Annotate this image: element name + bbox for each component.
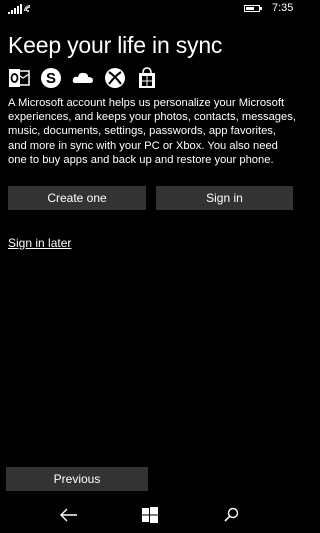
page-title: Keep your life in sync bbox=[8, 32, 223, 58]
store-icon bbox=[139, 67, 155, 88]
status-bar: 7:35 bbox=[0, 0, 300, 18]
outlook-icon bbox=[9, 69, 30, 87]
app-icons-row: S bbox=[8, 67, 158, 89]
create-account-button[interactable]: Create one bbox=[8, 186, 146, 210]
onedrive-icon bbox=[72, 72, 93, 83]
sign-in-later-link[interactable]: Sign in later bbox=[8, 236, 71, 250]
xbox-icon bbox=[105, 68, 125, 88]
sign-in-button[interactable]: Sign in bbox=[156, 186, 293, 210]
wifi-icon bbox=[24, 5, 31, 12]
account-description: A Microsoft account helps us personalize… bbox=[8, 97, 296, 166]
previous-button[interactable]: Previous bbox=[6, 467, 148, 491]
battery-icon bbox=[244, 5, 262, 12]
clock: 7:35 bbox=[272, 2, 294, 14]
back-arrow-icon[interactable] bbox=[59, 507, 79, 523]
navigation-bar bbox=[0, 497, 300, 533]
windows-start-icon[interactable] bbox=[140, 507, 160, 523]
skype-icon: S bbox=[41, 68, 61, 88]
signal-strength-icon bbox=[8, 4, 22, 14]
search-icon[interactable] bbox=[222, 507, 242, 523]
svg-text:S: S bbox=[46, 70, 56, 87]
